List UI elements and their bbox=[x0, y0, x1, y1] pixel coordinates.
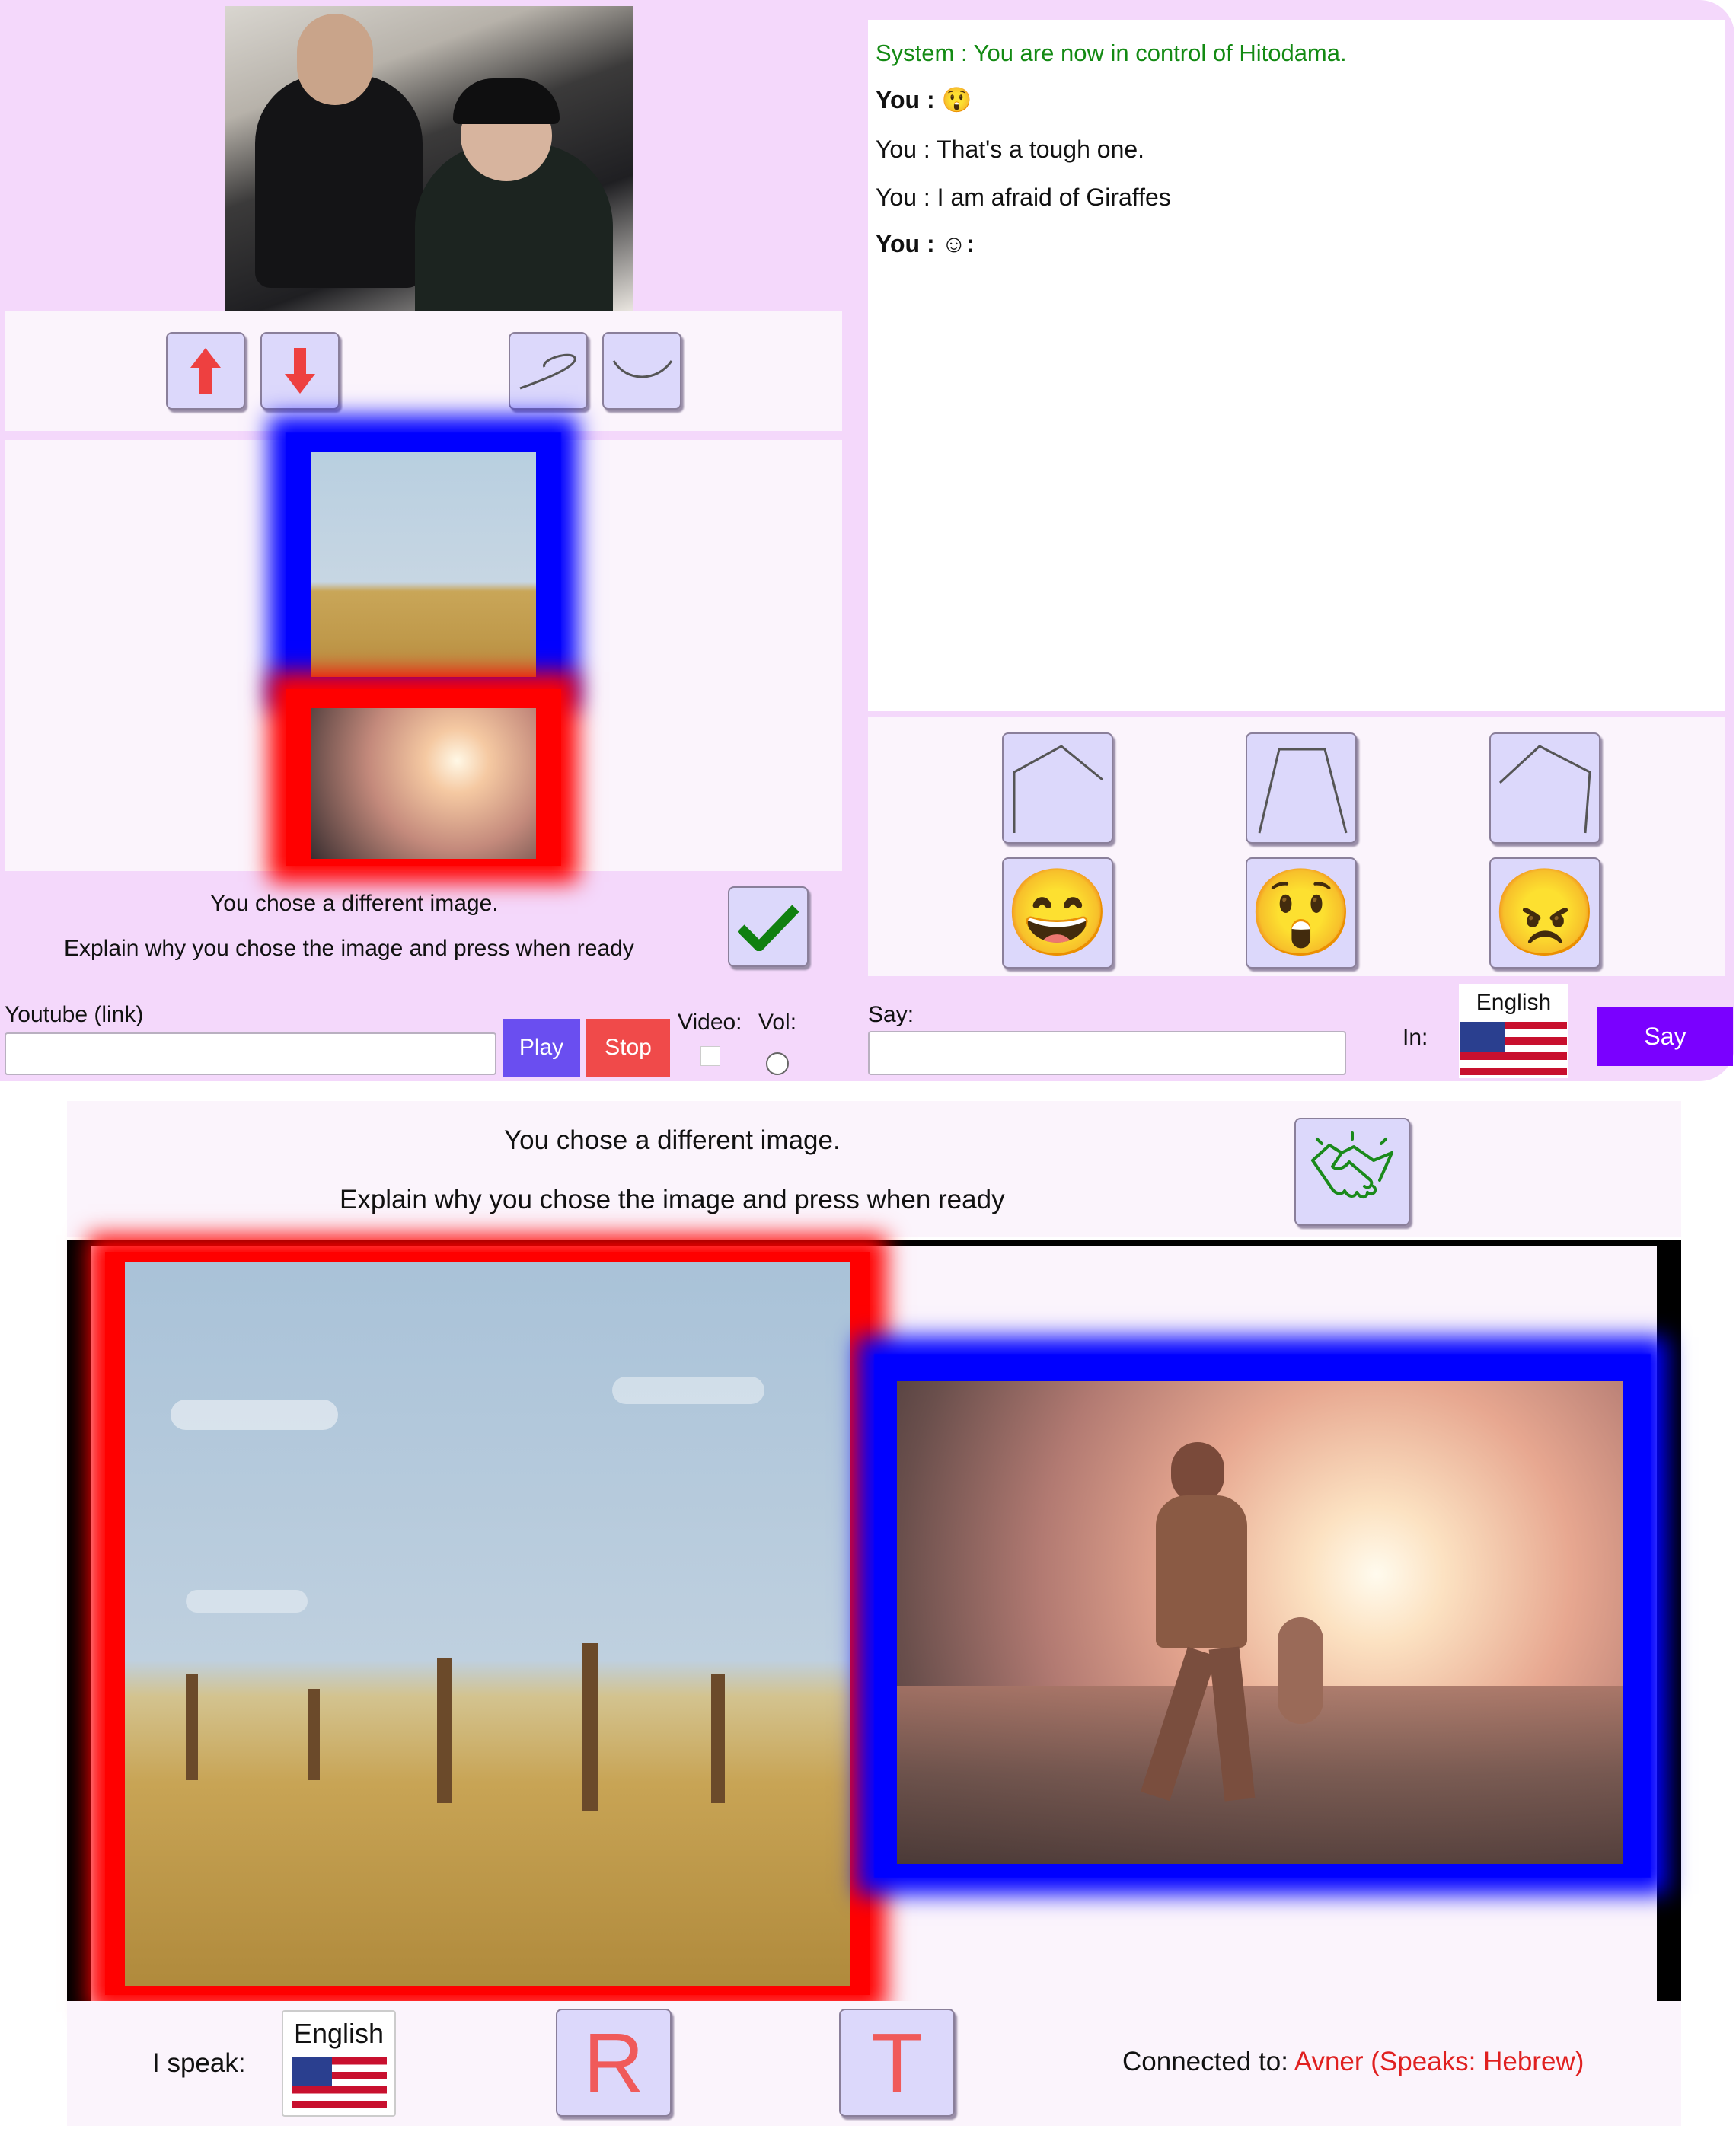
chat-log bbox=[868, 20, 1725, 711]
grin-emoji-icon: 😄 bbox=[1004, 865, 1111, 960]
angry-emoji-icon: 😠 bbox=[1492, 865, 1598, 960]
gesture-trapezoid-button[interactable] bbox=[1246, 732, 1357, 844]
arrow-up-icon bbox=[190, 348, 221, 394]
connected-status: Connected to: Avner (Speaks: Hebrew) bbox=[1122, 2047, 1584, 2077]
pentagon-shape-icon bbox=[1013, 745, 1103, 833]
curve-smile-icon bbox=[612, 360, 673, 378]
gesture-pentagon-tilted-button[interactable] bbox=[1489, 732, 1600, 844]
left-prompt-line2: Explain why you chose the image and pres… bbox=[64, 936, 634, 961]
bottom-prompt-bar bbox=[67, 1101, 1681, 1237]
connected-partner: Avner (Speaks: Hebrew) bbox=[1294, 2047, 1584, 2076]
curve-s-icon bbox=[519, 353, 576, 390]
in-label: In: bbox=[1403, 1025, 1428, 1050]
youtube-link-input[interactable] bbox=[5, 1032, 496, 1075]
chat-message: You : 😲 bbox=[876, 86, 972, 113]
chat-message: You : That's a tough one. bbox=[876, 136, 1145, 163]
my-language-selector[interactable]: English bbox=[282, 2010, 396, 2117]
motion-controls bbox=[5, 311, 842, 431]
arrow-down-icon bbox=[285, 348, 315, 394]
curve-s-button[interactable] bbox=[509, 332, 588, 410]
left-prompt-line1: You chose a different image. bbox=[210, 891, 499, 916]
handshake-icon bbox=[1311, 1131, 1393, 1198]
say-label: Say: bbox=[868, 1002, 914, 1027]
my-language-label: English bbox=[293, 2018, 385, 2049]
surprised-emoji-icon: 😲 bbox=[1248, 865, 1355, 960]
stop-button[interactable]: Stop bbox=[586, 1019, 670, 1077]
beach-image-large[interactable] bbox=[897, 1381, 1623, 1864]
move-up-button[interactable] bbox=[166, 332, 245, 410]
chat-system-line: System : You are now in control of Hitod… bbox=[876, 40, 1347, 66]
play-button[interactable]: Play bbox=[503, 1019, 580, 1077]
r-button[interactable]: R bbox=[556, 2009, 672, 2117]
say-button[interactable]: Say bbox=[1597, 1007, 1733, 1066]
curve-smile-button[interactable] bbox=[602, 332, 681, 410]
emoji-grin-button[interactable]: 😄 bbox=[1002, 857, 1113, 969]
chat-message: You : I am afraid of Giraffes bbox=[876, 184, 1171, 211]
emoji-angry-button[interactable]: 😠 bbox=[1489, 857, 1600, 969]
chat-message: You : ☺: bbox=[876, 230, 975, 257]
language-label: English bbox=[1476, 990, 1552, 1015]
language-selector[interactable]: English bbox=[1459, 984, 1568, 1078]
gesture-pentagon-button[interactable] bbox=[1002, 732, 1113, 844]
confirm-check-button[interactable] bbox=[728, 886, 809, 967]
us-flag-icon bbox=[1460, 1022, 1567, 1075]
move-down-button[interactable] bbox=[260, 332, 340, 410]
say-input[interactable] bbox=[868, 1031, 1346, 1075]
beach-thumbnail[interactable] bbox=[311, 708, 536, 859]
bottom-prompt-line1: You chose a different image. bbox=[504, 1125, 841, 1155]
pentagon-tilted-icon bbox=[1498, 745, 1591, 834]
giraffe-image-large[interactable] bbox=[125, 1262, 850, 1986]
checkmark-icon bbox=[738, 905, 799, 951]
handshake-ready-button[interactable] bbox=[1294, 1118, 1410, 1226]
giraffe-thumbnail[interactable] bbox=[311, 452, 536, 677]
emoji-surprised-button[interactable]: 😲 bbox=[1246, 857, 1357, 969]
connected-label: Connected to: bbox=[1122, 2047, 1288, 2076]
bottom-prompt-line2: Explain why you chose the image and pres… bbox=[340, 1185, 1005, 1214]
vol-label: Vol: bbox=[758, 1010, 797, 1035]
video-checkbox[interactable] bbox=[700, 1046, 720, 1066]
us-flag-icon bbox=[292, 2057, 387, 2108]
webcam-feed bbox=[225, 6, 633, 311]
video-label: Video: bbox=[678, 1010, 742, 1035]
trapezoid-shape-icon bbox=[1258, 748, 1348, 834]
youtube-label: Youtube (link) bbox=[5, 1002, 144, 1027]
i-speak-label: I speak: bbox=[152, 2048, 246, 2078]
volume-radio[interactable] bbox=[766, 1052, 789, 1075]
t-button[interactable]: T bbox=[839, 2009, 955, 2117]
